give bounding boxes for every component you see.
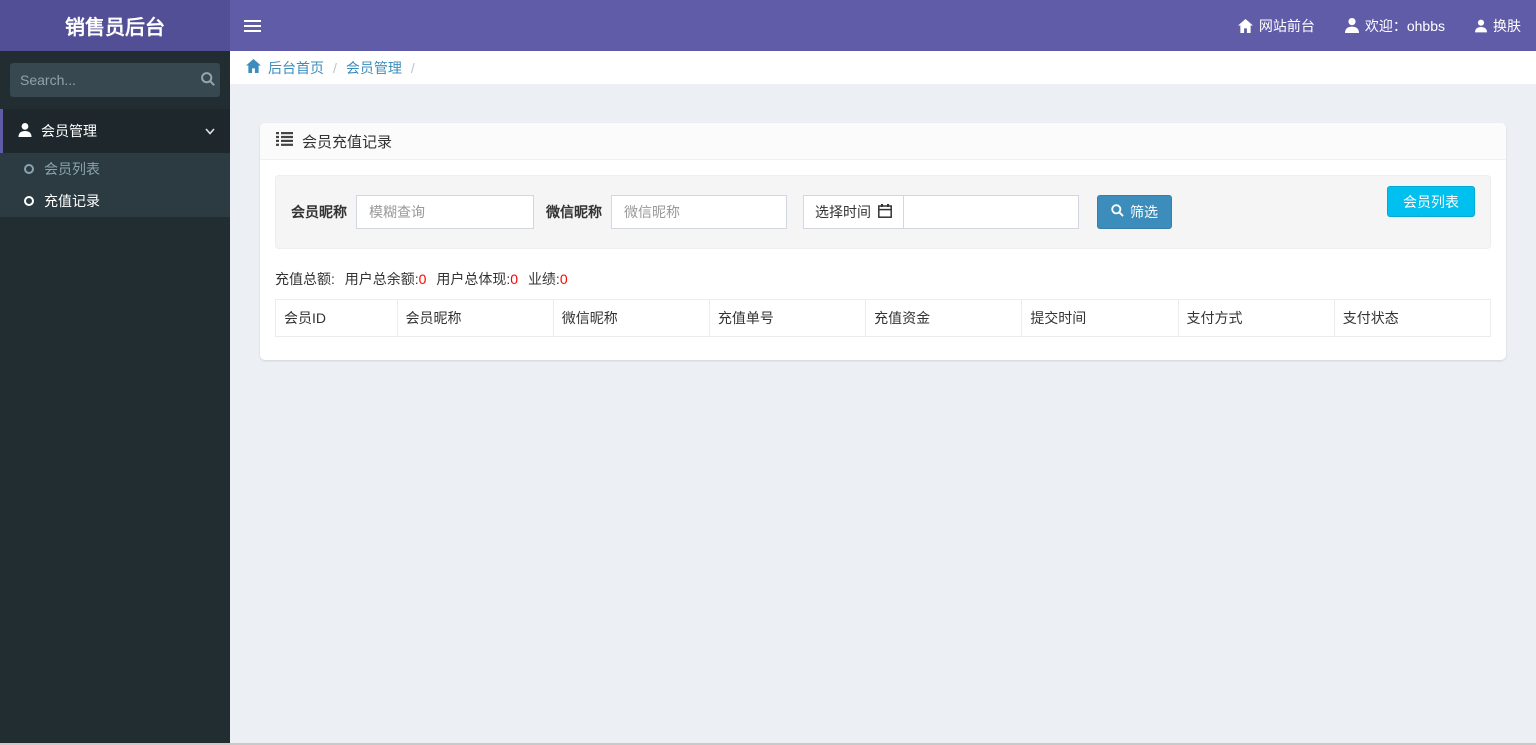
member-list-button[interactable]: 会员列表 bbox=[1387, 186, 1475, 217]
member-nickname-input[interactable] bbox=[356, 195, 534, 229]
breadcrumb-separator: / bbox=[333, 59, 337, 76]
panel-title: 会员充值记录 bbox=[302, 133, 393, 151]
col-recharge-order-no: 充值单号 bbox=[708, 299, 867, 337]
col-payment-method: 支付方式 bbox=[1177, 299, 1335, 337]
sidebar-subitem-label: 会员列表 bbox=[44, 161, 100, 177]
sidebar-item-member-management[interactable]: 会员管理 bbox=[0, 109, 230, 153]
search-input[interactable] bbox=[20, 72, 201, 88]
home-icon bbox=[1237, 18, 1253, 33]
home-icon bbox=[246, 59, 261, 76]
panel-body: 会员列表 会员昵称 微信昵称 选择时间 bbox=[260, 160, 1506, 352]
sidebar-item-recharge-records[interactable]: 充值记录 bbox=[0, 185, 230, 217]
search-button[interactable] bbox=[201, 71, 215, 89]
performance-value: 0 bbox=[559, 271, 568, 287]
user-withdraw-label: 用户总体现: bbox=[436, 271, 511, 287]
top-bar: 销售员后台 网站前台 欢迎：ohbbs 换肤 bbox=[0, 0, 1536, 51]
sidebar-item-label: 会员管理 bbox=[41, 123, 97, 139]
col-payment-status: 支付状态 bbox=[1333, 299, 1492, 337]
list-icon bbox=[276, 132, 293, 150]
app-title: 销售员后台 bbox=[65, 17, 165, 39]
filter-button[interactable]: 筛选 bbox=[1097, 195, 1172, 229]
recharge-records-table: 会员ID 会员昵称 微信昵称 充值单号 充值资金 提交时间 支付方式 支付状态 bbox=[275, 299, 1492, 337]
col-wechat-nickname: 微信昵称 bbox=[552, 299, 710, 337]
wechat-nickname-label: 微信昵称 bbox=[546, 204, 602, 220]
breadcrumb-home-link[interactable]: 后台首页 bbox=[246, 58, 324, 78]
col-member-nickname: 会员昵称 bbox=[396, 299, 554, 337]
chevron-down-icon bbox=[205, 127, 215, 135]
user-icon bbox=[1475, 19, 1487, 33]
table-header-row: 会员ID 会员昵称 微信昵称 充值单号 充值资金 提交时间 支付方式 支付状态 bbox=[275, 299, 1492, 337]
sidebar-menu: 会员管理 会员列表 充值记录 bbox=[0, 109, 230, 217]
hamburger-icon[interactable] bbox=[244, 0, 284, 51]
nav-welcome[interactable]: 欢迎：ohbbs bbox=[1330, 0, 1460, 51]
col-member-id: 会员ID bbox=[275, 299, 398, 337]
stats-summary: 充值总额: 用户总余额:0 用户总体现:0 业绩:0 bbox=[275, 269, 1491, 289]
sidebar-submenu: 会员列表 充值记录 bbox=[0, 153, 230, 217]
user-withdraw-value: 0 bbox=[510, 271, 519, 287]
filter-well: 会员列表 会员昵称 微信昵称 选择时间 bbox=[275, 175, 1491, 249]
user-icon bbox=[1344, 18, 1359, 33]
user-balance-label: 用户总余额: bbox=[344, 271, 419, 287]
calendar-icon bbox=[878, 203, 892, 221]
user-balance-value: 0 bbox=[418, 271, 427, 287]
panel-header: 会员充值记录 bbox=[260, 123, 1506, 160]
search-icon bbox=[1111, 204, 1124, 220]
sidebar-subitem-label: 充值记录 bbox=[44, 193, 100, 209]
main-content: 后台首页 / 会员管理 / 会员充值记录 会员列表 会员昵称 模糊查询 微信昵称… bbox=[230, 51, 1536, 745]
circle-o-icon bbox=[24, 196, 34, 206]
time-picker-addon[interactable]: 选择时间 bbox=[803, 195, 903, 229]
recharge-records-panel: 会员充值记录 会员列表 会员昵称 微信昵称 选择时间 bbox=[260, 123, 1506, 360]
sidebar-item-member-list[interactable]: 会员列表 bbox=[0, 153, 230, 185]
performance-label: 业绩: bbox=[527, 271, 560, 287]
user-icon bbox=[18, 122, 32, 140]
recharge-total-label: 充值总额: bbox=[275, 271, 335, 287]
time-picker-group: 选择时间 bbox=[803, 195, 1079, 229]
breadcrumb-section-link[interactable]: 会员管理 bbox=[346, 58, 402, 78]
sidebar-search bbox=[10, 63, 220, 97]
nav-site-front[interactable]: 网站前台 bbox=[1223, 0, 1330, 51]
page-background: 会员充值记录 会员列表 会员昵称 微信昵称 选择时间 bbox=[230, 84, 1536, 745]
search-icon bbox=[201, 71, 215, 89]
nav-welcome-label: 欢迎：ohbbs bbox=[1364, 17, 1445, 34]
col-recharge-amount: 充值资金 bbox=[865, 299, 1023, 337]
navbar: 网站前台 欢迎：ohbbs 换肤 bbox=[230, 0, 1536, 51]
nav-change-skin[interactable]: 换肤 bbox=[1460, 0, 1536, 51]
col-submit-time: 提交时间 bbox=[1021, 299, 1179, 337]
circle-o-icon bbox=[24, 164, 34, 174]
app-logo[interactable]: 销售员后台 bbox=[0, 0, 230, 51]
breadcrumb-separator: / bbox=[410, 59, 415, 76]
nav-site-front-label: 网站前台 bbox=[1258, 17, 1315, 34]
nav-change-skin-label: 换肤 bbox=[1493, 17, 1521, 34]
filter-row: 会员昵称 微信昵称 选择时间 bbox=[291, 195, 1475, 229]
wechat-nickname-input[interactable] bbox=[611, 195, 787, 229]
navbar-right: 网站前台 欢迎：ohbbs 换肤 bbox=[1223, 0, 1536, 51]
breadcrumb: 后台首页 / 会员管理 / bbox=[230, 51, 1536, 84]
sidebar: 会员管理 会员列表 充值记录 bbox=[0, 51, 230, 745]
time-input[interactable] bbox=[903, 195, 1079, 229]
member-nickname-label: 会员昵称 bbox=[291, 204, 347, 220]
